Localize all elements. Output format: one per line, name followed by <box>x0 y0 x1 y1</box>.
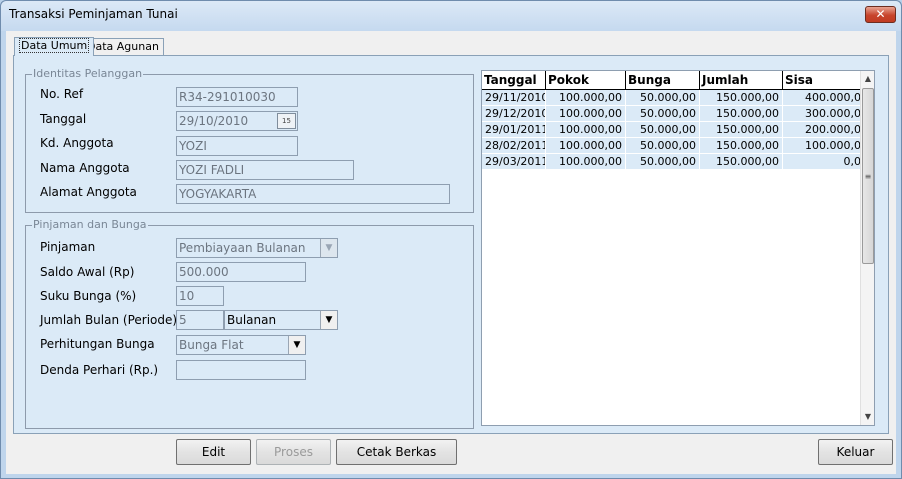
pinjaman-label: Pinjaman <box>40 240 96 254</box>
app-window: Transaksi Peminjaman Tunai ✕ Data Umum D… <box>0 0 902 479</box>
jumlah-bulan-label: Jumlah Bulan (Periode) <box>40 313 178 327</box>
group-identitas-legend: Identitas Pelanggan <box>32 67 144 80</box>
alamat-anggota-label: Alamat Anggota <box>40 185 137 199</box>
tab-data-agunan[interactable]: Data Agunan <box>82 38 164 56</box>
cell-jumlah: 150.000,00 <box>700 154 783 170</box>
saldo-awal-label: Saldo Awal (Rp) <box>40 265 135 279</box>
cell-sisa: 200.000,00 <box>783 122 872 138</box>
perhitungan-bunga-value: Bunga Flat <box>179 338 244 352</box>
table-row[interactable]: 28/02/2011 100.000,00 50.000,00 150.000,… <box>482 138 872 154</box>
table-row[interactable]: 29/01/2011 100.000,00 50.000,00 150.000,… <box>482 122 872 138</box>
table-row[interactable]: 29/03/2011 100.000,00 50.000,00 150.000,… <box>482 154 872 170</box>
tanggal-date-picker[interactable]: 29/10/2010 15 <box>176 111 298 131</box>
col-header-jumlah[interactable]: Jumlah <box>700 71 783 90</box>
proses-button[interactable]: Proses <box>256 439 331 465</box>
close-button[interactable]: ✕ <box>865 6 896 23</box>
denda-field[interactable] <box>176 360 306 380</box>
angsuran-table[interactable]: Tanggal Pokok Bunga Jumlah Sisa 29/11/20… <box>481 70 875 426</box>
group-identitas-pelanggan: Identitas Pelanggan No. Ref R34-29101003… <box>25 67 474 213</box>
tanggal-value: 29/10/2010 <box>179 114 249 128</box>
calendar-icon[interactable]: 15 <box>277 113 296 129</box>
client-area: Data Umum Data Agunan Identitas Pelangga… <box>6 31 896 474</box>
alamat-anggota-field[interactable]: YOGYAKARTA <box>176 184 450 204</box>
cell-pokok: 100.000,00 <box>546 106 626 122</box>
cell-tanggal: 29/01/2011 <box>482 122 546 138</box>
cell-jumlah: 150.000,00 <box>700 90 783 106</box>
col-header-pokok[interactable]: Pokok <box>546 71 626 90</box>
edit-button[interactable]: Edit <box>176 439 251 465</box>
saldo-awal-field[interactable]: 500.000 <box>176 262 306 282</box>
no-ref-label: No. Ref <box>40 87 84 101</box>
tab-data-umum-label: Data Umum <box>19 38 90 53</box>
table-row[interactable]: 29/11/2010 100.000,00 50.000,00 150.000,… <box>482 90 872 106</box>
cell-sisa: 300.000,00 <box>783 106 872 122</box>
perhitungan-bunga-label: Perhitungan Bunga <box>40 337 155 351</box>
suku-bunga-label: Suku Bunga (%) <box>40 289 137 303</box>
cetak-berkas-button[interactable]: Cetak Berkas <box>336 439 457 465</box>
cell-bunga: 50.000,00 <box>626 106 700 122</box>
cell-tanggal: 29/03/2011 <box>482 154 546 170</box>
scroll-down-icon[interactable]: ▼ <box>861 409 875 424</box>
cell-bunga: 50.000,00 <box>626 154 700 170</box>
cell-sisa: 100.000,00 <box>783 138 872 154</box>
cell-pokok: 100.000,00 <box>546 90 626 106</box>
table-row[interactable]: 29/12/2010 100.000,00 50.000,00 150.000,… <box>482 106 872 122</box>
col-header-sisa[interactable]: Sisa <box>783 71 872 90</box>
chevron-down-icon[interactable]: ▼ <box>320 239 337 257</box>
tanggal-label: Tanggal <box>40 112 87 126</box>
cell-tanggal: 29/11/2010 <box>482 90 546 106</box>
vertical-scrollbar[interactable]: ▲ ≡ ▼ <box>860 71 874 425</box>
suku-bunga-field[interactable]: 10 <box>176 286 224 306</box>
perhitungan-bunga-dropdown[interactable]: Bunga Flat ▼ <box>176 335 306 355</box>
pinjaman-value: Pembiayaan Bulanan <box>179 241 306 255</box>
jumlah-bulan-field[interactable]: 5 <box>176 310 224 330</box>
periode-value: Bulanan <box>227 313 277 327</box>
cell-tanggal: 29/12/2010 <box>482 106 546 122</box>
title-bar[interactable]: Transaksi Peminjaman Tunai ✕ <box>1 1 901 31</box>
nama-anggota-label: Nama Anggota <box>40 161 130 175</box>
nama-anggota-field[interactable]: YOZI FADLI <box>176 160 354 180</box>
denda-label: Denda Perhari (Rp.) <box>40 363 159 377</box>
cell-sisa: 400.000,00 <box>783 90 872 106</box>
chevron-down-icon[interactable]: ▼ <box>320 311 337 329</box>
chevron-down-icon[interactable]: ▼ <box>288 336 305 354</box>
kd-anggota-field[interactable]: YOZI <box>176 136 298 156</box>
col-header-bunga[interactable]: Bunga <box>626 71 700 90</box>
group-pinjaman-bunga: Pinjaman dan Bunga Pinjaman Pembiayaan B… <box>25 218 474 429</box>
cell-tanggal: 28/02/2011 <box>482 138 546 154</box>
tab-data-umum[interactable]: Data Umum <box>14 37 95 56</box>
group-pinjaman-legend: Pinjaman dan Bunga <box>32 218 148 231</box>
cell-jumlah: 150.000,00 <box>700 122 783 138</box>
scroll-up-icon[interactable]: ▲ <box>861 71 875 86</box>
pinjaman-dropdown[interactable]: Pembiayaan Bulanan ▼ <box>176 238 338 258</box>
cell-jumlah: 150.000,00 <box>700 106 783 122</box>
cell-bunga: 50.000,00 <box>626 138 700 154</box>
cell-bunga: 50.000,00 <box>626 122 700 138</box>
cell-bunga: 50.000,00 <box>626 90 700 106</box>
kd-anggota-label: Kd. Anggota <box>40 136 114 150</box>
cell-pokok: 100.000,00 <box>546 122 626 138</box>
cell-jumlah: 150.000,00 <box>700 138 783 154</box>
scrollbar-thumb[interactable]: ≡ <box>862 88 874 264</box>
cell-sisa: 0,00 <box>783 154 872 170</box>
cell-pokok: 100.000,00 <box>546 154 626 170</box>
window-title: Transaksi Peminjaman Tunai <box>9 7 178 21</box>
col-header-tanggal[interactable]: Tanggal <box>482 71 546 90</box>
keluar-button[interactable]: Keluar <box>818 439 893 465</box>
cell-pokok: 100.000,00 <box>546 138 626 154</box>
no-ref-field[interactable]: R34-291010030 <box>176 87 298 107</box>
periode-dropdown[interactable]: Bulanan ▼ <box>224 310 338 330</box>
